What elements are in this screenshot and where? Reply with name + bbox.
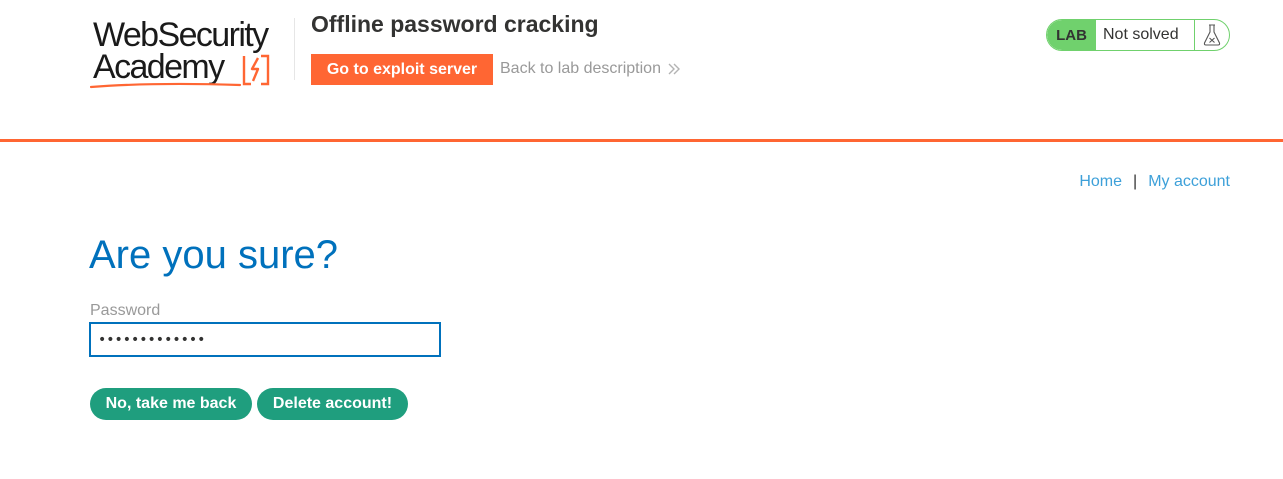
lab-badge: LAB (1047, 20, 1096, 50)
nav-separator: | (1133, 173, 1138, 190)
no-take-me-back-button[interactable]: No, take me back (90, 388, 252, 420)
password-label: Password (90, 302, 161, 319)
header-divider (294, 18, 295, 80)
flask-icon (1203, 24, 1221, 46)
lab-status-icon-cell (1194, 20, 1229, 50)
nav-my-account-link[interactable]: My account (1148, 173, 1230, 191)
lab-status-widget: LAB Not solved (1046, 19, 1230, 51)
back-to-lab-description-link[interactable]: Back to lab description (500, 60, 681, 78)
lab-title: Offline password cracking (311, 11, 599, 37)
logo-underline-swoosh (90, 82, 242, 89)
double-chevron-right-icon (668, 63, 680, 75)
academy-header: WebSecurity Academy Offline password cra… (0, 0, 1283, 142)
top-nav: Home | My account (1079, 173, 1230, 191)
logo-text-line1: WebSecurity (93, 16, 269, 54)
lab-status-text: Not solved (1103, 26, 1179, 43)
nav-home-link[interactable]: Home (1079, 173, 1122, 191)
delete-account-button[interactable]: Delete account! (257, 388, 408, 420)
page-title: Are you sure? (89, 233, 339, 277)
web-security-academy-logo[interactable]: WebSecurity Academy (90, 16, 290, 90)
go-to-exploit-server-button[interactable]: Go to exploit server (311, 54, 493, 85)
back-link-label: Back to lab description (500, 60, 661, 77)
password-input[interactable] (89, 322, 441, 357)
